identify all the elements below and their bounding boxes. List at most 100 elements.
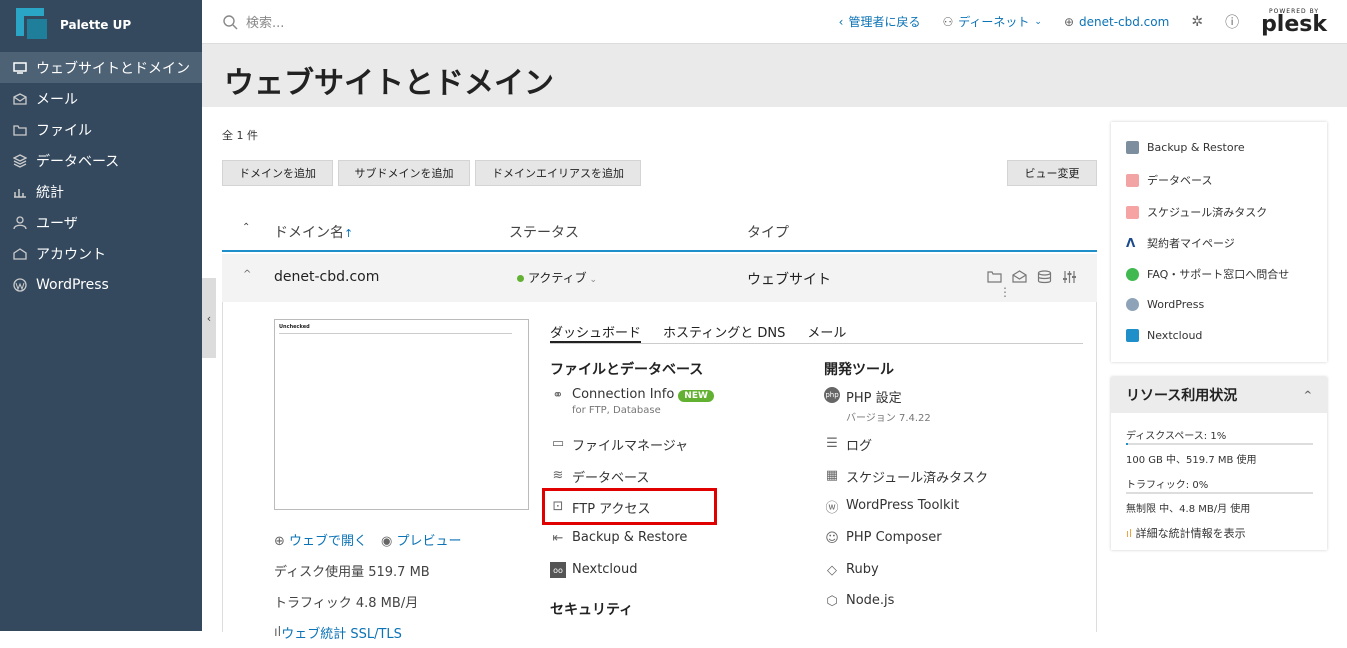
preview-page-title: Unchecked — [279, 324, 310, 330]
disk-usage-fill — [1126, 443, 1128, 445]
sidebar-item-label: ユーザ — [36, 215, 78, 232]
nodejs-icon: ⬡ — [826, 593, 838, 609]
column-domain-label: ドメイン名 — [274, 225, 344, 241]
page-title: ウェブサイトとドメイン — [224, 66, 554, 101]
domain-link[interactable]: ⊕ denet-cbd.com — [1064, 15, 1169, 29]
quick-link-label: WordPress — [1147, 298, 1205, 311]
sidebar-item-stats[interactable]: 統計 — [0, 176, 202, 207]
traffic-usage-bar — [1126, 492, 1313, 494]
backup-restore-tool[interactable]: ⇤ Backup & Restore — [550, 530, 688, 546]
sidebar-item-account[interactable]: アカウント — [0, 238, 202, 269]
add-alias-button[interactable]: ドメインエイリアスを追加 — [475, 160, 641, 186]
add-domain-button[interactable]: ドメインを追加 — [222, 160, 333, 186]
nodejs-tool[interactable]: ⬡ Node.js — [824, 593, 894, 609]
php-settings-label: PHP 設定 — [846, 391, 902, 406]
folder-icon[interactable] — [987, 270, 1002, 283]
nextcloud-tool[interactable]: oo Nextcloud — [550, 562, 638, 578]
ruby-tool[interactable]: ◇ Ruby — [824, 562, 879, 578]
collapse-all-icon[interactable]: ⌃ — [242, 222, 250, 233]
quick-link-backup[interactable]: Backup & Restore — [1126, 141, 1245, 154]
more-options-icon[interactable]: ⋮ — [999, 285, 1011, 299]
status-badge[interactable]: アクティブ ⌄ — [517, 269, 597, 286]
quick-link-databases[interactable]: データベース — [1126, 172, 1212, 188]
domain-label: denet-cbd.com — [1079, 14, 1170, 29]
sidebar-item-label: メール — [36, 91, 78, 108]
main-content: 全 1 件 ドメインを追加 サブドメインを追加 ドメインエイリアスを追加 ビュー… — [222, 107, 1097, 642]
quick-links-panel: Backup & Restore データベース スケジュール済みタスク Λ 契約者… — [1111, 122, 1327, 362]
globe-icon: ⊕ — [1063, 14, 1075, 29]
settings-sliders-icon[interactable] — [1062, 270, 1077, 284]
stats-icon — [12, 184, 28, 200]
traffic-detail: 無制限 中、4.8 MB/月 使用 — [1126, 504, 1251, 515]
logs-tool[interactable]: ☰ ログ — [824, 435, 872, 455]
quick-link-wordpress[interactable]: WordPress — [1126, 298, 1204, 311]
add-subdomain-button[interactable]: サブドメインを追加 — [338, 160, 470, 186]
table-row[interactable]: ^ denet-cbd.com アクティブ ⌄ ウェブサイト ⋮ — [222, 254, 1097, 302]
scheduled-tasks-tool[interactable]: ▦ スケジュール済みタスク — [824, 467, 988, 487]
php-settings-tool[interactable]: php PHP 設定 バージョン 7.4.22 — [824, 387, 931, 424]
nextcloud-icon: oo — [550, 562, 566, 578]
tab-hosting-dns[interactable]: ホスティングと DNS — [663, 322, 785, 343]
tab-dashboard[interactable]: ダッシュボード — [550, 322, 642, 343]
ruby-label: Ruby — [846, 562, 879, 577]
column-status[interactable]: ステータス — [509, 222, 579, 242]
mail-icon[interactable] — [1012, 270, 1027, 283]
domain-name[interactable]: denet-cbd.com — [274, 269, 379, 285]
support-icon — [1126, 267, 1139, 281]
database-tool[interactable]: ≋ データベース — [550, 467, 650, 487]
section-security: セキュリティ — [550, 602, 634, 618]
wordpress-toolkit-tool[interactable]: ⓦ WordPress Toolkit — [824, 498, 959, 516]
chevron-left-icon: ‹ — [838, 14, 844, 29]
detailed-stats-link[interactable]: ıl 詳細な統計情報を表示 — [1126, 525, 1246, 541]
file-manager-tool[interactable]: ▭ ファイルマネージャ — [550, 435, 688, 455]
database-icon: ≋ — [552, 467, 564, 483]
database-icon[interactable] — [1037, 270, 1052, 284]
traffic-text: トラフィック 4.8 MB/月 — [274, 596, 419, 611]
sidebar-collapse-toggle[interactable]: ‹ — [202, 278, 216, 358]
section-files-databases: ファイルとデータベース — [550, 362, 704, 378]
sidebar-item-files[interactable]: ファイル — [0, 114, 202, 145]
sidebar-item-databases[interactable]: データベース — [0, 145, 202, 176]
php-version-text: バージョン 7.4.22 — [846, 413, 931, 424]
php-composer-tool[interactable]: ☺ PHP Composer — [824, 530, 941, 546]
site-preview-thumbnail[interactable]: Unchecked — [274, 319, 529, 510]
backup-icon — [1126, 141, 1139, 154]
open-in-web-link[interactable]: ⊕ ウェブで開く — [274, 530, 367, 549]
quick-link-mypage[interactable]: Λ 契約者マイページ — [1126, 235, 1235, 251]
quick-link-nextcloud[interactable]: Nextcloud — [1126, 329, 1202, 342]
quick-link-faq[interactable]: FAQ・サポート窓口へ問合せ — [1126, 266, 1289, 282]
help-icon[interactable]: ⓘ — [1225, 12, 1239, 32]
sidebar-item-websites[interactable]: ウェブサイトとドメイン — [0, 52, 202, 83]
sidebar-item-label: アカウント — [36, 246, 106, 263]
detailed-stats-label: 詳細な統計情報を表示 — [1135, 527, 1246, 540]
quick-link-scheduled-tasks[interactable]: スケジュール済みタスク — [1126, 204, 1267, 220]
mail-icon — [12, 91, 28, 107]
extensions-icon[interactable]: ✲ — [1191, 14, 1203, 30]
calendar-icon — [1126, 205, 1139, 219]
brand-logo[interactable]: Palette UP — [0, 0, 202, 50]
resource-usage-header[interactable]: リソース利用状況 ^ — [1111, 377, 1327, 413]
column-type[interactable]: タイプ — [747, 222, 789, 242]
connection-info-tool[interactable]: ⚭ Connection Info NEW for FTP, Database — [550, 387, 714, 416]
chevron-up-icon[interactable]: ^ — [243, 269, 251, 280]
search-icon — [223, 14, 238, 29]
search-box[interactable]: 検索... — [222, 12, 822, 31]
database-icon — [1126, 173, 1139, 187]
tab-mail[interactable]: メール — [807, 322, 846, 343]
user-menu[interactable]: ⚇ ディーネット ⌄ — [942, 13, 1041, 30]
web-stats-link[interactable]: ıl ウェブ統計 SSL/TLS — [274, 617, 462, 648]
nodejs-label: Node.js — [846, 593, 895, 608]
section-dev-tools: 開発ツール — [824, 362, 894, 378]
plesk-wordmark: plesk — [1261, 12, 1327, 37]
change-view-button[interactable]: ビュー変更 — [1007, 160, 1097, 186]
column-domain[interactable]: ドメイン名↑ — [274, 222, 353, 242]
sidebar-item-users[interactable]: ユーザ — [0, 207, 202, 238]
sidebar-item-label: ウェブサイトとドメイン — [36, 60, 190, 77]
quick-link-label: FAQ・サポート窓口へ問合せ — [1147, 268, 1290, 281]
back-to-admin-link[interactable]: ‹ 管理者に戻る — [839, 13, 921, 30]
sidebar-item-wordpress[interactable]: WordPress — [0, 269, 202, 300]
sidebar-item-mail[interactable]: メール — [0, 83, 202, 114]
search-input[interactable]: 検索... — [246, 12, 284, 31]
web-stats-label: ウェブ統計 SSL/TLS — [281, 627, 402, 642]
preview-link[interactable]: ◉ プレビュー — [381, 530, 462, 549]
